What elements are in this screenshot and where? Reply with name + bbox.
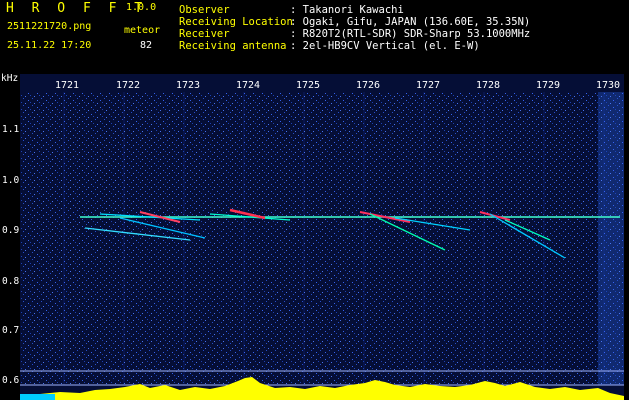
spectrogram-overlay bbox=[20, 92, 624, 400]
x-tick: 1728 bbox=[476, 80, 501, 91]
x-tick: 1721 bbox=[55, 80, 80, 91]
y-tick: 1.0 bbox=[2, 175, 20, 186]
y-axis-unit: kHz bbox=[1, 73, 19, 84]
hrofft-window: H R O F F T 1.0.0 2511221720.png meteor … bbox=[0, 0, 629, 400]
y-tick: 0.6 bbox=[2, 375, 20, 386]
y-tick: 0.7 bbox=[2, 325, 20, 336]
bottom-spectrum-left bbox=[20, 394, 55, 400]
x-tick: 1729 bbox=[536, 80, 561, 91]
y-tick: 0.9 bbox=[2, 225, 20, 236]
x-tick: 1730 bbox=[596, 80, 621, 91]
x-tick: 1724 bbox=[236, 80, 261, 91]
x-tick: 1727 bbox=[416, 80, 441, 91]
y-tick: 1.1 bbox=[2, 124, 20, 135]
x-tick: 1722 bbox=[116, 80, 141, 91]
x-tick: 1723 bbox=[176, 80, 201, 91]
noise-texture bbox=[20, 92, 624, 385]
x-tick: 1725 bbox=[296, 80, 321, 91]
y-tick: 0.8 bbox=[2, 276, 20, 287]
x-tick: 1726 bbox=[356, 80, 381, 91]
